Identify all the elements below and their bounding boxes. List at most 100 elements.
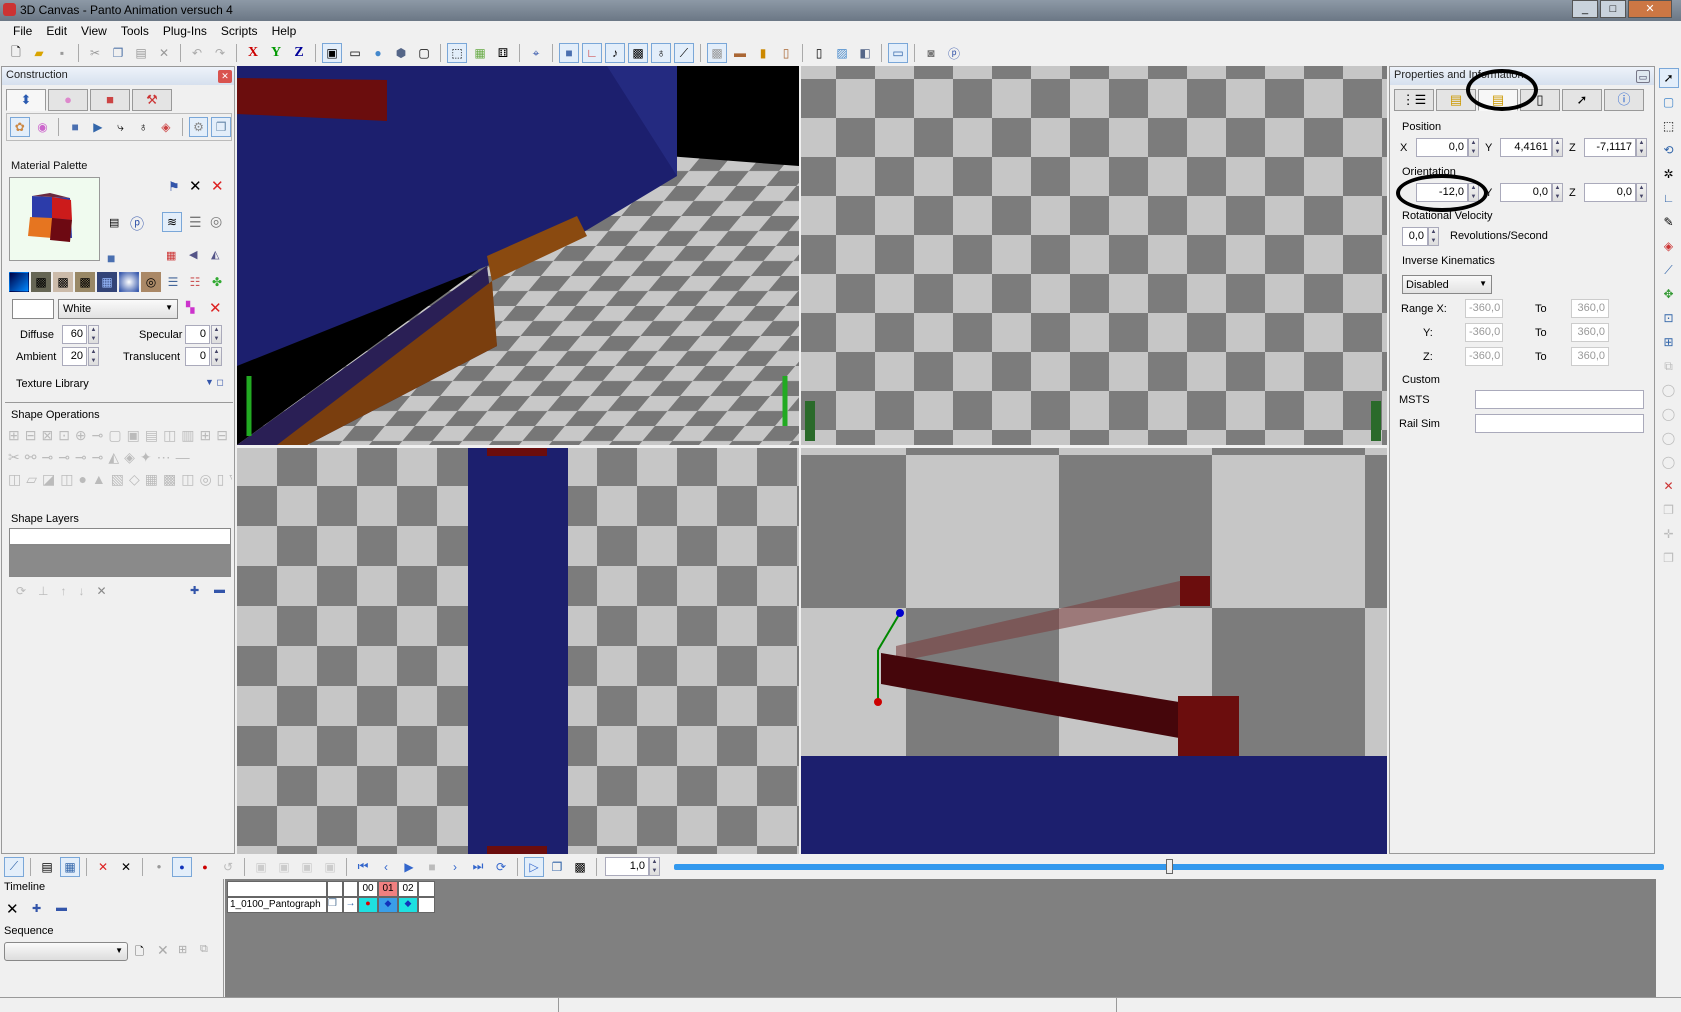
glow-icon[interactable] <box>119 272 139 292</box>
record-icon[interactable]: ● <box>195 857 215 877</box>
timeline-slider-thumb[interactable] <box>1166 858 1173 874</box>
new-icon[interactable]: 🗋 <box>6 43 26 63</box>
cube-icon[interactable]: ■ <box>65 117 85 137</box>
pos-z-spinner[interactable]: ▲ ▼ <box>1636 138 1647 157</box>
frame-header-02[interactable]: 02 <box>398 881 418 897</box>
save-icon[interactable]: ▪ <box>52 43 72 63</box>
granite-icon[interactable]: ▩ <box>75 272 95 292</box>
movie-icon[interactable]: ▩ <box>570 857 590 877</box>
prev-frame-icon[interactable]: ‹ <box>376 857 396 877</box>
play-icon[interactable]: ▶ <box>399 857 419 877</box>
scale-all-icon[interactable]: ⊞ <box>1659 332 1679 352</box>
camera-icon[interactable]: ▩ <box>628 43 648 63</box>
properties-icon[interactable]: ▤ <box>37 857 57 877</box>
delete-sequence-icon[interactable]: ✕ <box>157 942 169 959</box>
menu-tools[interactable]: Tools <box>114 21 156 41</box>
texture-library-label[interactable]: Texture Library <box>16 378 89 390</box>
cylinder-icon[interactable]: ☰ <box>189 214 202 231</box>
viewport-perspective[interactable] <box>237 66 799 445</box>
keyframe-01[interactable]: ◆ <box>378 897 398 913</box>
range-x-max[interactable]: 360,0 <box>1571 299 1609 318</box>
pos-y-input[interactable]: 4,4161 <box>1500 138 1552 157</box>
fill-icon[interactable]: ◈ <box>1659 236 1679 256</box>
rotational-velocity-input[interactable]: 0,0 <box>1402 227 1428 246</box>
tab-objects[interactable]: ■ <box>90 89 130 111</box>
play-preview-icon[interactable]: ▷ <box>524 856 544 877</box>
view-monitor-icon[interactable]: ▭ <box>345 43 365 63</box>
pos-z-input[interactable]: -7,1117 <box>1584 138 1636 157</box>
specular-input[interactable]: 0 <box>185 325 210 344</box>
menu-scripts[interactable]: Scripts <box>214 21 265 41</box>
copy-tool-icon[interactable]: ❐ <box>1659 500 1679 520</box>
viewport-front[interactable] <box>237 448 799 854</box>
texture-map-icon[interactable]: ≋ <box>162 212 182 232</box>
noise-icon[interactable]: ▩ <box>31 272 51 292</box>
axes-icon[interactable]: ∟ <box>1659 188 1679 208</box>
copy-sequence-icon[interactable]: ⧉ <box>200 943 208 956</box>
speed-stepper[interactable]: 1,0 ▲ ▼ <box>603 856 663 877</box>
axis-x-button[interactable]: X <box>243 43 263 63</box>
flag-icon[interactable]: ⚑ <box>168 179 180 195</box>
bone-icon[interactable]: ♪ <box>605 43 625 63</box>
palette-icon[interactable]: ✿ <box>10 117 30 137</box>
loop-key-icon[interactable]: ↺ <box>218 857 238 877</box>
tiles-icon[interactable]: ▦ <box>97 272 117 292</box>
timeline-slider[interactable] <box>674 857 1674 877</box>
rename-sequence-icon[interactable]: ⊞ <box>178 943 187 956</box>
range-y-min[interactable]: -360,0 <box>1465 323 1503 342</box>
view-box-icon[interactable]: ⬢ <box>391 43 411 63</box>
frame-header-01[interactable]: 01 <box>378 881 398 897</box>
ambient-input[interactable]: 20 <box>62 347 87 366</box>
wood-icon[interactable]: ◎ <box>141 272 161 292</box>
pole-icon[interactable]: ▮ <box>753 43 773 63</box>
viewport-top[interactable] <box>801 66 1387 445</box>
flip-icon[interactable]: ◀ <box>189 248 197 261</box>
curve-icon[interactable]: ⟋ <box>4 856 24 877</box>
light-icon[interactable]: ♁ <box>651 43 671 63</box>
bone-icon[interactable]: ⤷ <box>111 117 131 137</box>
color-select[interactable]: White ▼ <box>58 299 178 319</box>
image-icon[interactable]: ▨ <box>832 43 852 63</box>
texture-cube-icon[interactable]: ▦ <box>470 43 490 63</box>
tab-info[interactable]: ⓘ <box>1604 89 1644 111</box>
loop-icon[interactable]: ⟳ <box>491 857 511 877</box>
select-arrow-icon[interactable]: ➚ <box>1658 68 1679 88</box>
group-icon[interactable]: ⧉ <box>1659 356 1679 376</box>
panel-icon[interactable]: ▯ <box>809 43 829 63</box>
translucent-spinner[interactable]: ▲ ▼ <box>211 347 222 366</box>
key-off4-icon[interactable]: ▣ <box>320 857 340 877</box>
pos-y-spinner[interactable]: ▲ ▼ <box>1552 138 1563 157</box>
msts-input[interactable] <box>1475 390 1644 409</box>
delete-black-icon[interactable]: ✕ <box>189 177 202 195</box>
ik-select[interactable]: Disabled ▼ <box>1402 275 1492 294</box>
railsim-input[interactable] <box>1475 414 1644 433</box>
select-rect-icon[interactable]: ▢ <box>1659 92 1679 112</box>
minimize-button[interactable]: _ <box>1572 0 1598 18</box>
ambient-spinner[interactable]: ▲ ▼ <box>88 347 99 366</box>
track-copy-icon[interactable]: ❐ <box>327 897 343 913</box>
select-frame-icon[interactable]: ⬚ <box>447 43 467 63</box>
plugin-icon[interactable]: ⓟ <box>130 214 144 234</box>
tab-construction[interactable]: ⬍ <box>6 89 46 111</box>
viewport-side[interactable] <box>801 448 1387 854</box>
delete-red-icon[interactable]: ✕ <box>93 857 113 877</box>
layers-icon[interactable]: ◧ <box>855 43 875 63</box>
gradient-icon[interactable] <box>9 272 29 292</box>
paste-icon[interactable]: ▤ <box>131 43 151 63</box>
pos-x-spinner[interactable]: ▲ ▼ <box>1468 138 1479 157</box>
list-icon[interactable]: ☰ <box>163 272 183 292</box>
bulb-icon[interactable]: ♁ <box>133 117 153 137</box>
open-icon[interactable]: ▰ <box>29 43 49 63</box>
cut-icon[interactable]: ✂ <box>85 43 105 63</box>
key-off3-icon[interactable]: ▣ <box>297 857 317 877</box>
train-icon[interactable]: ▬ <box>730 43 750 63</box>
orient-y-spinner[interactable]: ▲ ▼ <box>1552 183 1563 202</box>
texture-icon[interactable]: ▦ <box>166 249 176 262</box>
range-z-max[interactable]: 360,0 <box>1571 347 1609 366</box>
marquee-icon[interactable]: ⬚ <box>1659 116 1679 136</box>
add-track-icon[interactable]: ✚ <box>32 902 41 915</box>
last-frame-icon[interactable]: ⏭ <box>468 857 488 877</box>
align-icon[interactable]: ⌖ <box>526 43 546 63</box>
color-grid-icon[interactable]: ▚ <box>186 301 194 314</box>
range-x-min[interactable]: -360,0 <box>1465 299 1503 318</box>
